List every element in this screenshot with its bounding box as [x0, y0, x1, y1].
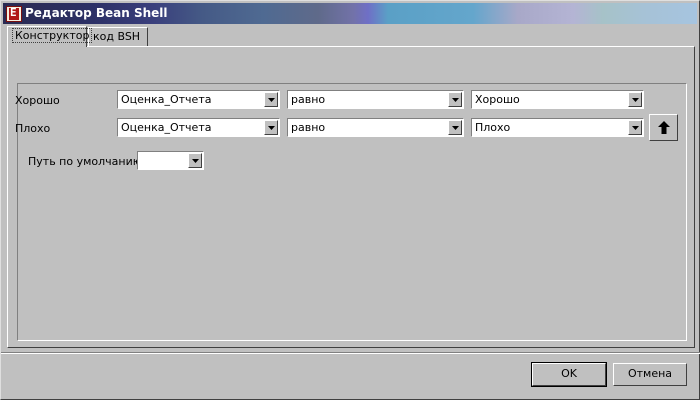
arrow-up-icon: [658, 121, 670, 134]
chevron-down-icon[interactable]: [188, 153, 202, 168]
chevron-down-icon[interactable]: [448, 120, 462, 135]
chevron-down-icon[interactable]: [264, 120, 278, 135]
rule-bad-operator-value: равно: [291, 121, 326, 134]
rule-bad-value-select[interactable]: Плохо: [471, 118, 644, 137]
window-title: Редактор Bean Shell: [25, 6, 168, 20]
default-path-label: Путь по умолчанию:: [28, 155, 146, 168]
chevron-down-icon[interactable]: [264, 92, 278, 107]
rule-label-good: Хорошо: [15, 94, 60, 107]
rule-bad-field-select[interactable]: Оценка_Отчета: [117, 118, 280, 137]
app-e-icon: E: [6, 6, 22, 22]
rule-good-value-value: Хорошо: [475, 93, 520, 106]
move-up-button[interactable]: [649, 114, 678, 141]
chevron-down-icon[interactable]: [448, 92, 462, 107]
rule-bad-operator-select[interactable]: равно: [287, 118, 464, 137]
tab-konstruktor-label: Конструктор: [12, 28, 93, 43]
rule-good-value-select[interactable]: Хорошо: [471, 90, 644, 109]
footer-divider: [1, 352, 700, 354]
default-path-select[interactable]: [137, 151, 204, 170]
rule-good-operator-value: равно: [291, 93, 326, 106]
title-bar[interactable]: E Редактор Bean Shell: [3, 3, 697, 24]
chevron-down-icon[interactable]: [628, 92, 642, 107]
tab-bsh-code-label: код BSH: [93, 30, 141, 43]
rule-good-operator-select[interactable]: равно: [287, 90, 464, 109]
cancel-button[interactable]: Отмена: [613, 363, 687, 386]
rule-good-field-value: Оценка_Отчета: [121, 93, 212, 106]
tab-konstruktor[interactable]: Конструктор: [7, 26, 93, 47]
bean-shell-editor-window: E Редактор Bean Shell Конструктор код BS…: [0, 0, 700, 400]
rule-bad-value-value: Плохо: [475, 121, 511, 134]
ok-button[interactable]: OK: [531, 362, 607, 387]
rule-label-bad: Плохо: [15, 122, 51, 135]
tab-bsh-code[interactable]: код BSH: [88, 27, 148, 46]
rule-good-field-select[interactable]: Оценка_Отчета: [117, 90, 280, 109]
rule-bad-field-value: Оценка_Отчета: [121, 121, 212, 134]
chevron-down-icon[interactable]: [628, 120, 642, 135]
